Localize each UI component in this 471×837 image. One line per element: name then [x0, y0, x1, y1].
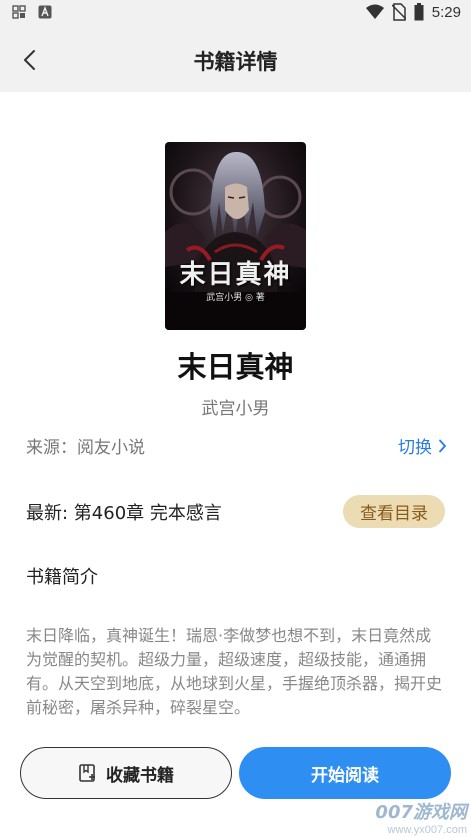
status-right-icons: 5:29	[365, 3, 461, 21]
book-cover: 末日真神 武宫小男 ◎ 著	[165, 142, 306, 330]
notification-grid-icon	[12, 5, 26, 19]
book-title: 末日真神	[177, 350, 294, 384]
book-author: 武宫小男	[201, 399, 270, 419]
watermark-url: www.yx007.com	[387, 824, 467, 836]
intro-text: 末日降临，真神诞生！瑞恩·李做梦也想不到，末日竟然成为觉醒的契机。超级力量，超级…	[26, 626, 443, 717]
add-to-shelf-label: 收藏书籍	[106, 765, 174, 786]
bottom-action-bar: 收藏书籍 开始阅读	[0, 745, 471, 801]
watermark-main: 007游戏网	[375, 802, 467, 823]
view-toc-button[interactable]: 查看目录	[343, 495, 445, 528]
intro-heading: 书籍简介	[26, 567, 98, 588]
latest-chapter-row: 最新: 第460章 完本感言 查看目录	[26, 495, 445, 529]
header: 书籍详情	[0, 26, 471, 92]
switch-source-button[interactable]: 切换	[398, 433, 447, 458]
font-a-icon	[38, 5, 52, 19]
page-title: 书籍详情	[193, 50, 278, 74]
no-sim-icon	[391, 3, 406, 21]
status-bar: 5:29	[0, 0, 471, 26]
switch-source-label: 切换	[398, 438, 432, 458]
watermark: 007游戏网 www.yx007.com	[375, 798, 467, 836]
battery-icon	[414, 3, 424, 21]
add-to-shelf-button[interactable]: 收藏书籍	[20, 747, 232, 799]
cover-title: 末日真神	[179, 260, 292, 290]
cover-author: 武宫小男 ◎ 著	[206, 293, 265, 303]
wifi-icon	[365, 4, 384, 19]
bookmark-add-icon	[79, 764, 95, 782]
source-row: 来源：阅友小说 切换	[26, 433, 447, 459]
source-label: 来源：阅友小说	[26, 438, 145, 458]
status-left-icons	[12, 5, 52, 19]
start-reading-button[interactable]: 开始阅读	[239, 747, 451, 799]
status-time: 5:29	[431, 3, 461, 21]
latest-chapter[interactable]: 最新: 第460章 完本感言	[26, 499, 222, 525]
chevron-right-icon	[439, 439, 447, 452]
